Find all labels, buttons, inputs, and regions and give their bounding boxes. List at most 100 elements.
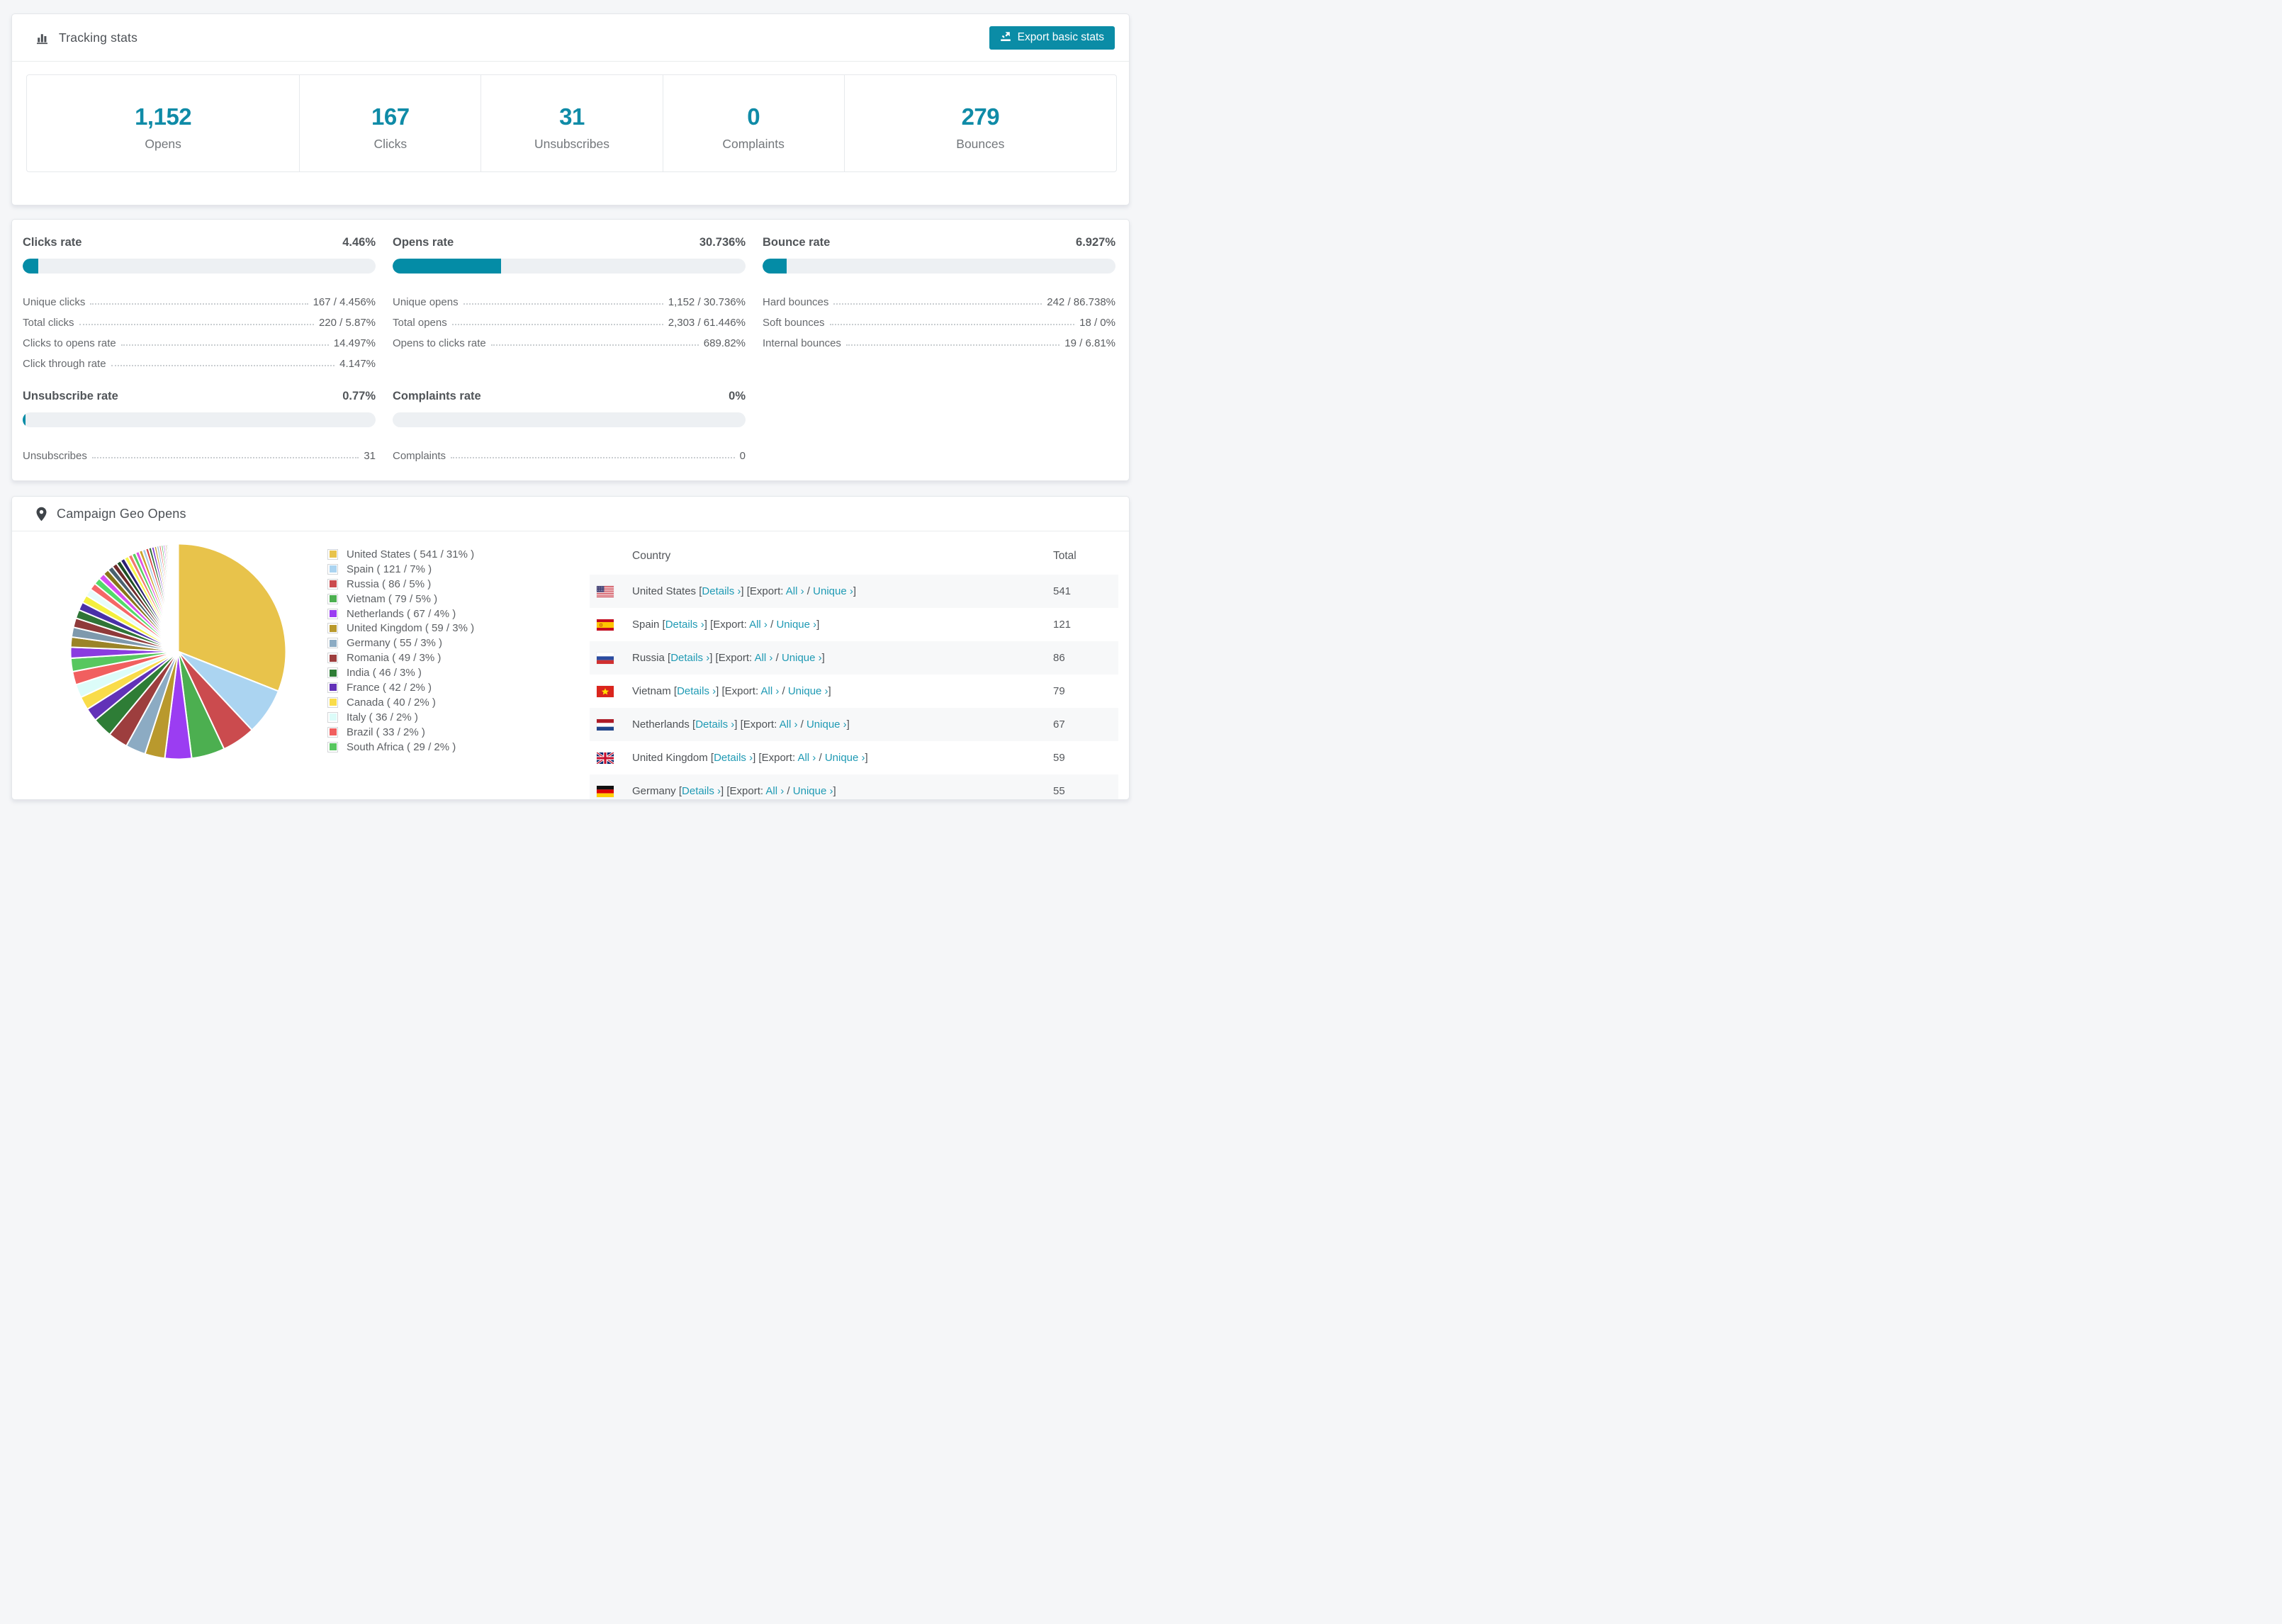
dotted-leader <box>111 365 335 366</box>
rate-detail-row: Unique clicks 167 / 4.456% <box>23 288 376 308</box>
rate-progress-track <box>23 259 376 274</box>
rate-detail-value: 14.497% <box>333 337 376 349</box>
legend-item-united-states: United States ( 541 / 31% ) <box>327 547 474 562</box>
details-link[interactable]: Details › <box>714 752 753 764</box>
export-unique-link[interactable]: Unique › <box>806 718 847 731</box>
page-title: Tracking stats <box>59 30 138 45</box>
tracking-stats-header: Tracking stats Export basic stats <box>12 14 1129 61</box>
rate-progress-fill <box>23 259 39 274</box>
rate-progress-track <box>23 412 376 427</box>
rate-detail-value: 689.82% <box>703 337 746 349</box>
rate-detail-row: Unsubscribes 31 <box>23 441 376 462</box>
export-all-link[interactable]: All › <box>786 585 804 597</box>
legend-label: Spain ( 121 / 7% ) <box>347 563 432 575</box>
details-link[interactable]: Details › <box>677 685 716 697</box>
legend-swatch <box>327 608 338 619</box>
export-basic-stats-button[interactable]: Export basic stats <box>989 26 1115 50</box>
details-link[interactable]: Details › <box>695 718 734 731</box>
legend-item-india: India ( 46 / 3% ) <box>327 665 474 680</box>
total-cell: 86 <box>1053 652 1065 664</box>
legend-item-italy: Italy ( 36 / 2% ) <box>327 710 474 725</box>
rate-progress-track <box>393 412 746 427</box>
details-link[interactable]: Details › <box>670 652 709 664</box>
legend-item-south-africa: South Africa ( 29 / 2% ) <box>327 740 474 755</box>
legend-label: Brazil ( 33 / 2% ) <box>347 726 425 738</box>
pie-legend: United States ( 541 / 31% ) Spain ( 121 … <box>327 547 474 754</box>
rate-value: 0.77% <box>342 390 376 402</box>
details-link[interactable]: Details › <box>682 785 721 797</box>
stat-value: 167 <box>371 103 410 130</box>
total-cell: 55 <box>1053 785 1065 797</box>
rate-progress-fill <box>23 412 26 427</box>
legend-label: United States ( 541 / 31% ) <box>347 548 475 560</box>
country-column-header: Country <box>632 549 671 562</box>
dotted-leader <box>120 344 329 346</box>
rate-detail-value: 31 <box>364 450 376 462</box>
export-all-link[interactable]: All › <box>797 752 816 764</box>
rate-title: Opens rate <box>393 236 454 249</box>
rate-detail-label: Hard bounces <box>763 296 829 308</box>
export-unique-link[interactable]: Unique › <box>793 785 833 797</box>
geo-table-row-germany: Germany [Details ›] [Export: All › / Uni… <box>590 774 1118 799</box>
rate-detail-label: Click through rate <box>23 358 106 370</box>
rate-detail-label: Complaints <box>393 450 446 462</box>
geo-table-row-spain: Spain [Details ›] [Export: All › / Uniqu… <box>590 608 1118 641</box>
legend-swatch <box>327 638 338 649</box>
dashboard-page: Tracking stats Export basic stats 1,152 … <box>0 0 1141 812</box>
rate-section-bounce-rate: Bounce rate 6.927% Hard bounces 242 / 86… <box>763 236 1115 370</box>
geo-body: United States ( 541 / 31% ) Spain ( 121 … <box>12 531 1129 799</box>
total-cell: 121 <box>1053 619 1072 631</box>
legend-item-germany: Germany ( 55 / 3% ) <box>327 636 474 650</box>
rate-detail-value: 19 / 6.81% <box>1064 337 1115 349</box>
stat-label: Complaints <box>722 137 785 151</box>
geo-table-row-netherlands: Netherlands [Details ›] [Export: All › /… <box>590 708 1118 741</box>
export-all-link[interactable]: All › <box>780 718 798 731</box>
rate-title: Unsubscribe rate <box>23 390 118 402</box>
export-unique-link[interactable]: Unique › <box>788 685 828 697</box>
legend-item-netherlands: Netherlands ( 67 / 4% ) <box>327 607 474 621</box>
geo-header: Campaign Geo Opens <box>12 497 1129 531</box>
geo-table-row-united-states: United States [Details ›] [Export: All ›… <box>590 575 1118 608</box>
legend-swatch <box>327 697 338 708</box>
export-unique-link[interactable]: Unique › <box>813 585 853 597</box>
legend-label: Germany ( 55 / 3% ) <box>347 637 443 650</box>
country-cell: Netherlands [Details ›] [Export: All › /… <box>632 718 850 731</box>
export-unique-link[interactable]: Unique › <box>782 652 822 664</box>
legend-label: Italy ( 36 / 2% ) <box>347 711 418 723</box>
details-link[interactable]: Details › <box>702 585 741 597</box>
stat-label: Bounces <box>956 137 1005 151</box>
export-all-link[interactable]: All › <box>749 619 768 631</box>
rate-detail-value: 167 / 4.456% <box>313 296 376 308</box>
export-icon <box>1000 30 1011 45</box>
legend-item-canada: Canada ( 40 / 2% ) <box>327 695 474 710</box>
export-all-link[interactable]: All › <box>765 785 784 797</box>
export-all-link[interactable]: All › <box>760 685 779 697</box>
stat-complaints: 0 Complaints <box>662 75 844 171</box>
rate-detail-row: Clicks to opens rate 14.497% <box>23 329 376 349</box>
bar-chart-icon <box>35 30 50 45</box>
country-flag-gb-icon <box>597 752 632 764</box>
rate-progress-fill <box>393 259 502 274</box>
campaign-geo-opens-card: Campaign Geo Opens United States ( 541 /… <box>11 496 1130 800</box>
stat-value: 0 <box>747 103 760 130</box>
geo-section-title: Campaign Geo Opens <box>57 506 186 521</box>
rate-detail-value: 242 / 86.738% <box>1047 296 1115 308</box>
stat-unsubscribes: 31 Unsubscribes <box>480 75 662 171</box>
legend-swatch <box>327 741 338 752</box>
export-unique-link[interactable]: Unique › <box>776 619 816 631</box>
export-unique-link[interactable]: Unique › <box>825 752 865 764</box>
stat-clicks: 167 Clicks <box>299 75 480 171</box>
legend-label: Vietnam ( 79 / 5% ) <box>347 592 438 605</box>
rate-detail-label: Opens to clicks rate <box>393 337 486 349</box>
rate-value: 6.927% <box>1076 236 1115 249</box>
details-link[interactable]: Details › <box>665 619 704 631</box>
legend-swatch <box>327 623 338 634</box>
dotted-leader <box>490 344 699 346</box>
country-flag-vn-icon <box>597 685 632 697</box>
legend-swatch <box>327 711 338 723</box>
rate-detail-label: Total opens <box>393 317 447 329</box>
rate-value: 30.736% <box>699 236 746 249</box>
export-all-link[interactable]: All › <box>755 652 773 664</box>
legend-item-spain: Spain ( 121 / 7% ) <box>327 562 474 577</box>
dotted-leader <box>451 457 735 458</box>
